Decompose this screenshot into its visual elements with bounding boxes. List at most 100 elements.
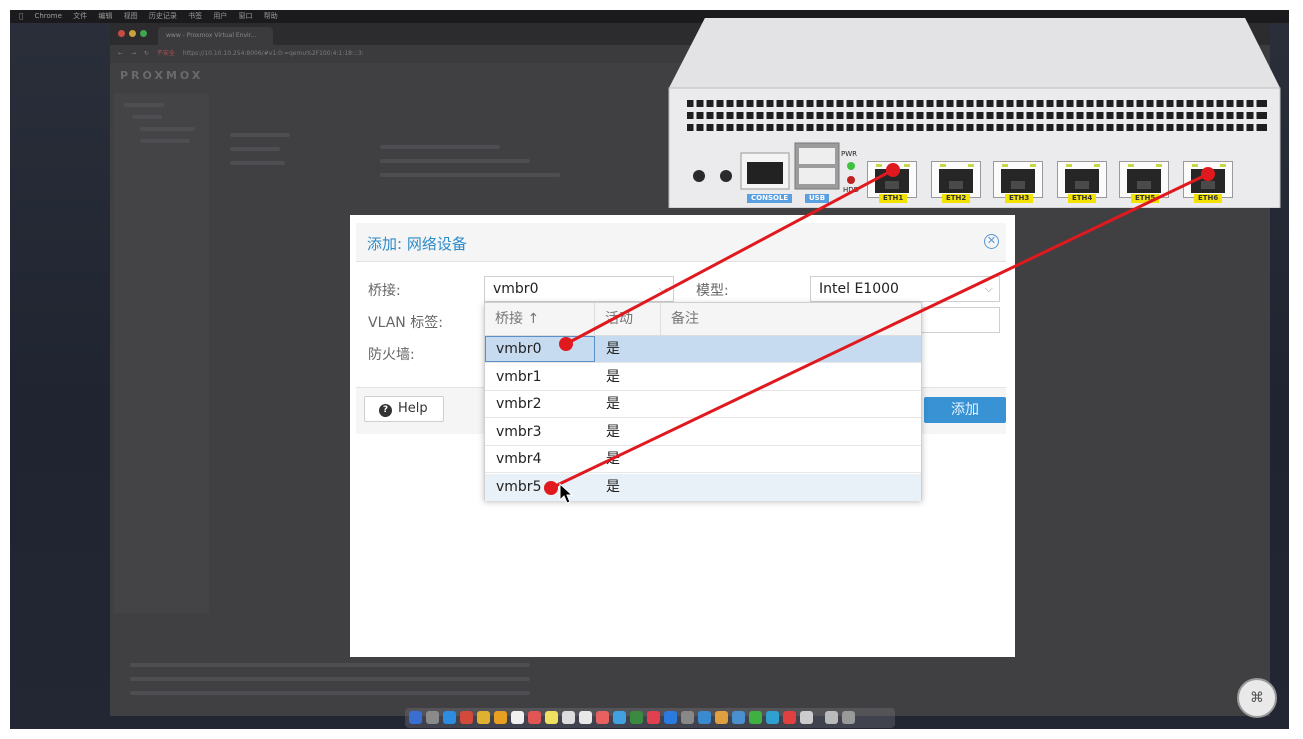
bridge-select[interactable]: vmbr0 ⌵: [484, 276, 674, 302]
mac-address-field[interactable]: [916, 307, 1000, 333]
dialog-title: 添加: 网络设备: [367, 235, 467, 253]
add-button[interactable]: 添加: [924, 397, 1006, 423]
eth5-port: [1119, 161, 1169, 198]
eth5-label: ETH5: [1131, 194, 1160, 203]
log-row: [130, 663, 530, 667]
usb-port-label: USB: [805, 194, 830, 203]
menu-help[interactable]: 帮助: [264, 10, 278, 23]
close-window-icon[interactable]: [118, 30, 125, 37]
bridge-active: 是: [606, 451, 620, 467]
url-text[interactable]: https://10.10.10.254:8006/#v1:0:=qemu%2F…: [183, 50, 364, 57]
bridge-active: 是: [606, 369, 620, 385]
menu-item[interactable]: [230, 161, 285, 165]
facetime-icon[interactable]: [630, 711, 643, 724]
app-icon[interactable]: [766, 711, 779, 724]
eth6-port: [1183, 161, 1233, 198]
firewall-label: 防火墙:: [368, 347, 415, 363]
tree-item[interactable]: [124, 103, 164, 107]
hdd-led-label: HDD: [843, 186, 860, 194]
channel-logo: ⌘: [1237, 678, 1277, 718]
bridge-name: vmbr1: [496, 369, 542, 385]
chrome-icon[interactable]: [477, 711, 490, 724]
bridge-name: vmbr3: [496, 424, 542, 440]
bridge-option-vmbr1[interactable]: vmbr1 是: [485, 364, 921, 391]
trash-icon[interactable]: [842, 711, 855, 724]
notes-icon[interactable]: [545, 711, 558, 724]
bridge-name: vmbr2: [496, 396, 542, 412]
app-icon[interactable]: [732, 711, 745, 724]
calendar-icon[interactable]: [528, 711, 541, 724]
browser-tab[interactable]: www - Proxmox Virtual Envir...: [158, 27, 273, 45]
bridge-option-vmbr0[interactable]: vmbr0 是: [485, 336, 921, 363]
minimize-window-icon[interactable]: [129, 30, 136, 37]
bridge-option-vmbr4[interactable]: vmbr4 是: [485, 446, 921, 473]
bridge-dropdown-list: 桥接 ↑ 活动 备注 vmbr0 是 vmbr1 是 vmbr2 是 vmbr3…: [484, 302, 922, 501]
safari-icon[interactable]: [443, 711, 456, 724]
menu-chrome[interactable]: Chrome: [34, 10, 61, 23]
chevron-down-icon[interactable]: ⌵: [985, 277, 993, 301]
menu-item[interactable]: [230, 133, 290, 137]
launchpad-icon[interactable]: [426, 711, 439, 724]
eth2-label: ETH2: [942, 194, 971, 203]
insecure-warning[interactable]: 不安全: [157, 50, 175, 57]
app-icon[interactable]: [494, 711, 507, 724]
bridge-name: vmbr5: [496, 479, 542, 495]
resource-tree: [114, 93, 209, 613]
eth1-port: [867, 161, 917, 198]
bridge-option-vmbr2[interactable]: vmbr2 是: [485, 391, 921, 418]
bridge-active: 是: [606, 479, 620, 495]
app-icon[interactable]: [562, 711, 575, 724]
model-select-value: Intel E1000: [819, 281, 899, 297]
menu-item[interactable]: [230, 147, 280, 151]
dialog-header: 添加: 网络设备 ✕: [356, 223, 1006, 262]
menu-history[interactable]: 历史记录: [149, 10, 177, 23]
tree-item[interactable]: [140, 127, 195, 131]
mini-pc-router-image: PWR HDD CONSOLE USB ETH1 ETH2 ETH3 ETH4 …: [665, 10, 1285, 208]
wechat-icon[interactable]: [749, 711, 762, 724]
app-icon[interactable]: [460, 711, 473, 724]
app-store-icon[interactable]: [664, 711, 677, 724]
finder-icon[interactable]: [409, 711, 422, 724]
menu-view[interactable]: 视图: [124, 10, 138, 23]
bridge-select-value: vmbr0: [493, 281, 539, 297]
document-icon[interactable]: [825, 711, 838, 724]
apple-icon[interactable]: : [19, 10, 23, 23]
vlan-tag-label: VLAN 标签:: [368, 315, 443, 331]
app-icon[interactable]: [511, 711, 524, 724]
help-button[interactable]: ? Help: [364, 396, 444, 422]
close-icon[interactable]: ✕: [984, 234, 999, 249]
maximize-window-icon[interactable]: [140, 30, 147, 37]
console-port-label: CONSOLE: [747, 194, 793, 203]
menu-window[interactable]: 窗口: [239, 10, 253, 23]
tree-item[interactable]: [132, 115, 162, 119]
back-icon[interactable]: ←: [118, 50, 123, 57]
app-icon[interactable]: [579, 711, 592, 724]
log-row: [130, 691, 530, 695]
eth2-port: [931, 161, 981, 198]
bridge-name: vmbr0: [496, 341, 542, 357]
column-header-bridge[interactable]: 桥接 ↑: [485, 303, 595, 335]
app-icon[interactable]: [698, 711, 711, 724]
menu-user[interactable]: 用户: [213, 10, 227, 23]
column-header-active[interactable]: 活动: [595, 303, 661, 335]
menu-bookmarks[interactable]: 书签: [188, 10, 202, 23]
model-select[interactable]: Intel E1000 ⌵: [810, 276, 1000, 302]
app-icon[interactable]: [715, 711, 728, 724]
forward-icon[interactable]: →: [131, 50, 136, 57]
messages-icon[interactable]: [613, 711, 626, 724]
eth3-port: [993, 161, 1043, 198]
bridge-option-vmbr3[interactable]: vmbr3 是: [485, 419, 921, 446]
eth4-label: ETH4: [1068, 194, 1097, 203]
chevron-down-icon[interactable]: ⌵: [659, 277, 667, 301]
menu-edit[interactable]: 编辑: [98, 10, 112, 23]
app-icon[interactable]: [800, 711, 813, 724]
settings-icon[interactable]: [681, 711, 694, 724]
reload-icon[interactable]: ↻: [144, 50, 149, 57]
bridge-option-vmbr5[interactable]: vmbr5 是: [485, 474, 921, 501]
tree-item[interactable]: [140, 139, 190, 143]
column-header-comment[interactable]: 备注: [661, 303, 921, 335]
app-icon[interactable]: [783, 711, 796, 724]
menu-file[interactable]: 文件: [73, 10, 87, 23]
photos-icon[interactable]: [596, 711, 609, 724]
music-icon[interactable]: [647, 711, 660, 724]
